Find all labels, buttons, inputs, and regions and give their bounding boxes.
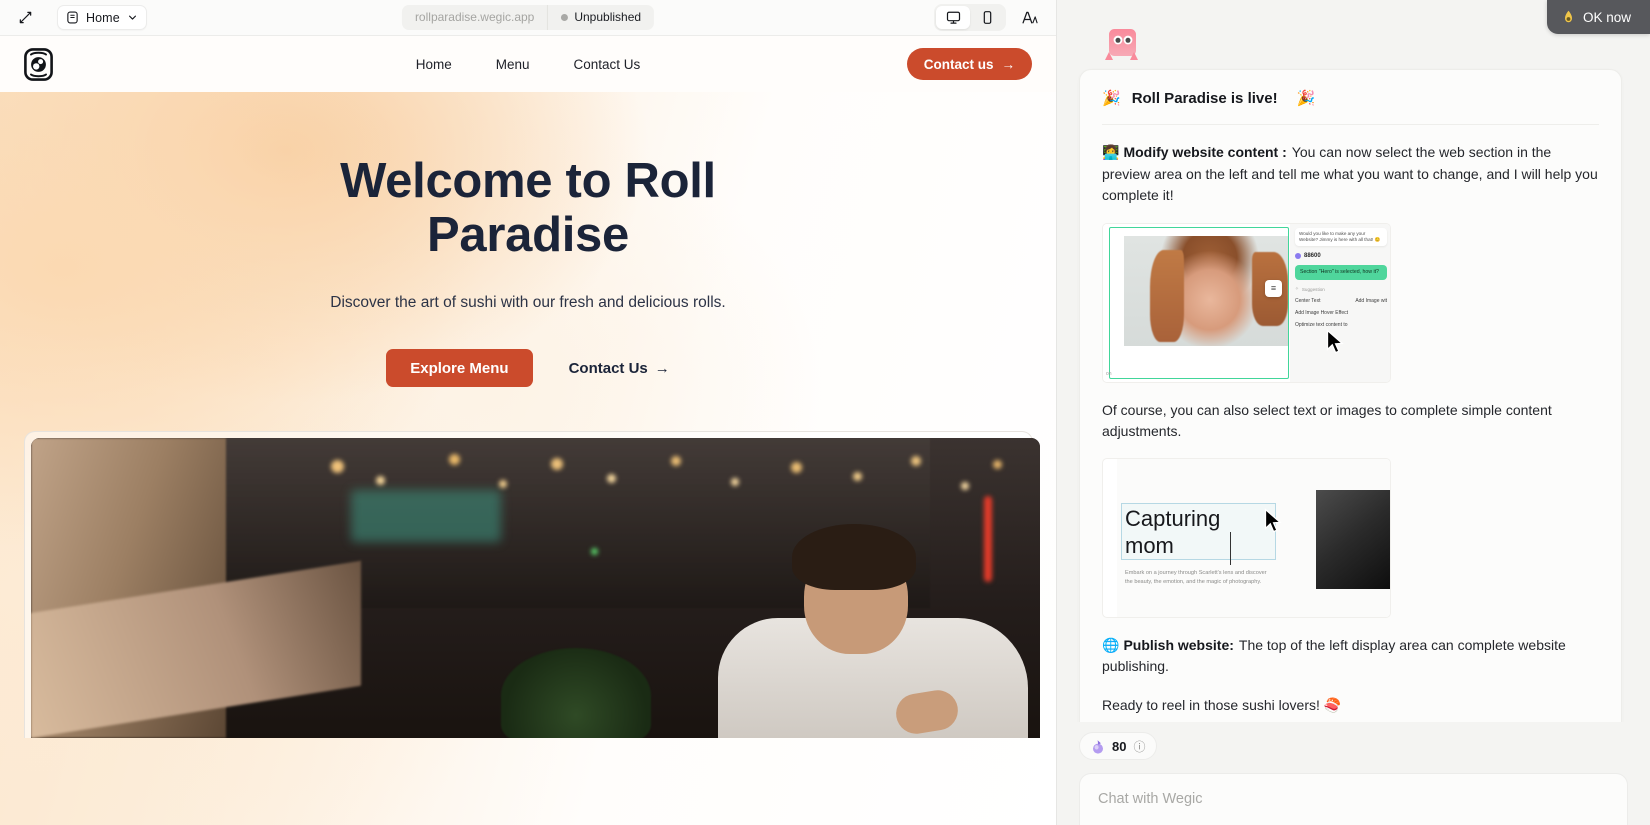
message-label-publish: Publish website: [1123,636,1234,653]
collapse-panel-button[interactable] [14,7,36,29]
site-nav: Home Menu Contact Us [416,57,641,72]
builder-toolbar: Home rollparadise.wegic.app Unpublished [0,0,1056,36]
device-toggle-group [934,4,1006,31]
demo2-heading: Capturing mom [1125,505,1221,558]
status-dot-icon [561,14,569,21]
gem-icon [1093,739,1103,754]
info-icon[interactable]: ⓘ [1133,738,1145,755]
hero-cta-group: Explore Menu Contact Us → [386,349,670,387]
chat-input[interactable]: Chat with Wegic [1079,773,1628,825]
chat-messages-scroll: 🎉 Roll Paradise is live! 🎉 👩‍💻 Modify web… [1057,0,1650,722]
demo1-option-row-1: Center Text Add Image wit [1295,298,1387,305]
site-url[interactable]: rollparadise.wegic.app [402,5,549,30]
demo1-green-bubble: Section "Hero" is selected, how it? [1295,265,1387,281]
message-header-title: Roll Paradise is live! [1131,89,1278,107]
mobile-icon [983,11,991,24]
party-popper-icon: 🎉 [1102,90,1121,107]
site-logo[interactable] [24,47,53,81]
site-nav-item-contact[interactable]: Contact Us [574,57,641,72]
section-select-demo-image[interactable]: ≡ on Would you like to make any your Web… [1102,222,1391,383]
hero-contact-label: Contact Us [568,359,648,377]
desktop-icon [946,11,960,24]
message-paragraph-select: Of course, you can also select text or i… [1102,400,1599,443]
hero-title: Welcome to Roll Paradise [340,154,716,262]
sparkle-icon: ✧ [1295,286,1299,292]
message-paragraph-publish: 🌐 Publish website: The top of the left dis… [1102,635,1599,678]
demo2-body-text: Embark on a journey through Scarlett's l… [1125,569,1267,585]
text-edit-demo-image[interactable]: Capturing mom Embark on a journey throug… [1102,457,1391,618]
collapse-arrow-icon [19,11,31,24]
restaurant-scene-image [30,438,1040,738]
token-balance-chip[interactable]: 80 ⓘ [1079,732,1158,760]
device-mobile-button[interactable] [970,6,1004,29]
demo1-bubble: Would you like to make any your Website?… [1295,227,1387,247]
demo1-tiny-label: on [1106,370,1112,377]
arrow-right-icon: → [1001,56,1016,72]
wegic-mascot [1101,27,1145,69]
toolbar-right-group [934,4,1042,31]
site-nav-item-home[interactable]: Home [416,57,452,72]
app-root: Home rollparadise.wegic.app Unpublished [0,0,1650,825]
arrow-right-icon: → [654,359,670,377]
demo1-coins: 88600 [1295,253,1387,260]
demo1-option-row-3: Optimize text content to [1295,322,1348,329]
page-icon [67,11,78,24]
chat-input-placeholder: Chat with Wegic [1098,791,1203,807]
hero-subtitle: Discover the art of sushi with our fresh… [330,294,726,311]
page-selector-label: Home [86,10,120,25]
font-size-icon [1021,11,1038,24]
site-header: Home Menu Contact Us Contact us → [0,36,1056,92]
gem-icon [1295,253,1301,260]
website-preview-pane: Home rollparadise.wegic.app Unpublished [0,0,1057,825]
header-contact-button[interactable]: Contact us → [906,48,1032,80]
wegic-mascot-icon [1105,29,1138,60]
chevron-down-icon [128,15,136,20]
hero-section[interactable]: Welcome to Roll Paradise Discover the ar… [0,92,1056,825]
publish-status-label: Unpublished [574,10,642,24]
publish-status[interactable]: Unpublished [548,5,654,30]
demo1-preview-area: ≡ on [1103,223,1290,382]
token-count: 80 [1112,738,1127,754]
demo1-suggestion-label: ✧ Suggestion [1295,286,1325,292]
globe-icon: 🌐 [1102,636,1120,653]
hero-contact-link[interactable]: Contact Us → [569,360,670,377]
site-url-group: rollparadise.wegic.app Unpublished [401,5,655,30]
demo1-coin-count: 88600 [1304,253,1321,260]
font-settings-button[interactable] [1016,6,1042,30]
site-nav-item-menu[interactable]: Menu [496,57,530,72]
sushi-roll-logo [24,47,53,81]
message-paragraph-closing: Ready to reel in those sushi lovers! 🍣 [1102,696,1342,713]
party-popper-icon-right: 🎉 [1296,90,1316,107]
technologist-icon: 👩‍💻 [1102,144,1120,160]
page-selector[interactable]: Home [57,5,147,30]
demo1-selection-outline [1109,226,1289,379]
header-contact-label: Contact us [923,56,994,72]
demo2-caret [1230,531,1231,565]
hero-photo[interactable] [30,438,1040,738]
demo2-dark-image [1316,489,1390,589]
demo1-chat-area: Would you like to make any your Website?… [1290,223,1390,382]
device-desktop-button[interactable] [936,6,970,29]
demo2-page: Capturing mom Embark on a journey throug… [1117,458,1390,617]
menu-handle-icon: ≡ [1265,279,1282,297]
assistant-message-card: 🎉 Roll Paradise is live! 🎉 👩‍💻 Modify web… [1079,69,1622,722]
chat-pane: OK now [1057,0,1650,825]
message-label-modify: Modify website content : [1123,144,1287,160]
token-row: 80 ⓘ [1057,722,1650,760]
message-header: 🎉 Roll Paradise is live! 🎉 [1102,70,1599,125]
explore-menu-button[interactable]: Explore Menu [386,349,533,387]
demo1-option-row-2: Add Image Hover Effect [1295,310,1348,317]
message-text-select: Of course, you can also select text or i… [1102,401,1552,440]
message-paragraph-modify: 👩‍💻 Modify website content : You can now s… [1102,142,1599,207]
hero-photo-frame [23,431,1040,738]
